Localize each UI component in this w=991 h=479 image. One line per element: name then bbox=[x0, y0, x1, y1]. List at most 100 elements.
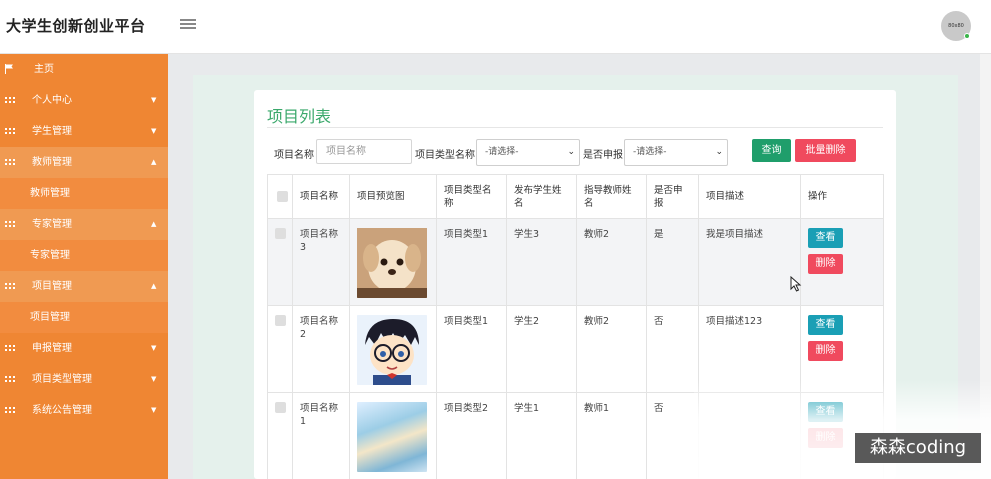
sidebar-item-label: 项目管理 bbox=[32, 281, 72, 292]
column-header: 操作 bbox=[800, 174, 884, 219]
chevron-down-icon: ▼ bbox=[151, 344, 157, 352]
chevron-down-icon: ⌄ bbox=[715, 147, 723, 157]
project-name-label: 项目名称 bbox=[274, 150, 314, 161]
sidebar-item-project-types[interactable]: 项目类型管理 ▼ bbox=[0, 364, 168, 395]
chevron-down-icon: ▼ bbox=[151, 96, 157, 104]
cell-project-name: 项目名称1 bbox=[292, 392, 350, 479]
beach-thumbnail[interactable] bbox=[357, 402, 427, 472]
batch-delete-button[interactable]: 批量删除 bbox=[795, 139, 856, 162]
declared-label: 是否申报 bbox=[583, 150, 623, 161]
declared-selected: -请选择- bbox=[633, 147, 667, 157]
top-bar: 大学生创新创业平台 80x80 bbox=[0, 0, 991, 54]
sidebar-item-label: 主页 bbox=[34, 64, 54, 75]
sidebar-item-label: 系统公告管理 bbox=[32, 405, 92, 416]
cell-teacher: 教师1 bbox=[576, 392, 647, 479]
row-checkbox[interactable] bbox=[275, 315, 286, 326]
cell-teacher: 教师2 bbox=[576, 218, 647, 306]
sidebar-item-students[interactable]: 学生管理 ▼ bbox=[0, 116, 168, 147]
delete-button[interactable]: 删除 bbox=[808, 254, 843, 274]
column-header: 指导教师姓名 bbox=[576, 174, 647, 219]
header-select-all[interactable] bbox=[267, 174, 293, 219]
row-checkbox[interactable] bbox=[275, 402, 286, 413]
view-button[interactable]: 查看 bbox=[808, 315, 843, 335]
grid-icon bbox=[5, 97, 15, 104]
cell-project-type: 项目类型1 bbox=[436, 218, 507, 306]
grid-icon bbox=[5, 128, 15, 135]
cell-project-type: 项目类型2 bbox=[436, 392, 507, 479]
sidebar-item-declarations[interactable]: 申报管理 ▼ bbox=[0, 333, 168, 364]
chevron-up-icon: ▲ bbox=[151, 282, 157, 290]
chevron-down-icon: ⌄ bbox=[567, 147, 575, 157]
grid-icon bbox=[5, 345, 15, 352]
page-title: 项目列表 bbox=[267, 107, 332, 126]
column-header: 发布学生姓名 bbox=[506, 174, 577, 219]
declared-select[interactable]: -请选择- ⌄ bbox=[624, 139, 728, 166]
menu-toggle-icon[interactable] bbox=[180, 17, 196, 33]
view-button[interactable]: 查看 bbox=[808, 228, 843, 248]
cell-teacher: 教师2 bbox=[576, 305, 647, 393]
cell-actions: 查看 删除 bbox=[800, 218, 884, 306]
sidebar-item-label: 学生管理 bbox=[32, 126, 72, 137]
sidebar-item-teachers[interactable]: 教师管理 ▲ bbox=[0, 147, 168, 178]
mouse-pointer-icon bbox=[790, 276, 802, 292]
grid-icon bbox=[5, 283, 15, 290]
cell-preview bbox=[349, 305, 437, 393]
cell-declared: 否 bbox=[646, 392, 699, 479]
chevron-up-icon: ▲ bbox=[151, 158, 157, 166]
chevron-down-icon: ▼ bbox=[151, 375, 157, 383]
chevron-down-icon: ▼ bbox=[151, 127, 157, 135]
app-title: 大学生创新创业平台 bbox=[6, 17, 146, 35]
column-header: 项目描述 bbox=[698, 174, 801, 219]
chevron-down-icon: ▼ bbox=[151, 406, 157, 414]
cell-preview bbox=[349, 392, 437, 479]
cell-project-name: 项目名称2 bbox=[292, 305, 350, 393]
delete-button[interactable]: 删除 bbox=[808, 341, 843, 361]
puppy-thumbnail[interactable] bbox=[357, 228, 427, 298]
project-name-input[interactable]: 项目名称 bbox=[316, 139, 412, 164]
sidebar-subitem-teachers[interactable]: 教师管理 bbox=[0, 178, 168, 209]
column-header: 项目类型名称 bbox=[436, 174, 507, 219]
column-header: 项目名称 bbox=[292, 174, 350, 219]
table-row: 项目名称3 项目类型1 学生3 教师2 是 我是项目描述 查看 删除 bbox=[267, 218, 884, 306]
grid-icon bbox=[5, 221, 15, 228]
column-header: 是否申报 bbox=[646, 174, 699, 219]
project-type-select[interactable]: -请选择- ⌄ bbox=[476, 139, 580, 166]
grid-icon bbox=[5, 407, 15, 414]
cell-project-type: 项目类型1 bbox=[436, 305, 507, 393]
chevron-up-icon: ▲ bbox=[151, 220, 157, 228]
cell-student: 学生3 bbox=[506, 218, 577, 306]
watermark: 森森coding bbox=[855, 433, 981, 463]
cell-description: 我是项目描述 bbox=[698, 218, 801, 306]
table-header-row: 项目名称 项目预览图 项目类型名称 发布学生姓名 指导教师姓名 是否申报 项目描… bbox=[267, 174, 884, 219]
sidebar-item-experts[interactable]: 专家管理 ▲ bbox=[0, 209, 168, 240]
sidebar: 主页 个人中心 ▼ 学生管理 ▼ 教师管理 ▲ 教师管理 专家管理 ▲ 专家管理… bbox=[0, 54, 168, 479]
sidebar-item-label: 教师管理 bbox=[32, 157, 72, 168]
sidebar-item-projects[interactable]: 项目管理 ▲ bbox=[0, 271, 168, 302]
video-fade-overlay bbox=[694, 380, 991, 479]
sidebar-item-label: 专家管理 bbox=[32, 219, 72, 230]
sidebar-subitem-experts[interactable]: 专家管理 bbox=[0, 240, 168, 271]
cell-preview bbox=[349, 218, 437, 306]
query-button[interactable]: 查询 bbox=[752, 139, 791, 162]
sidebar-item-home[interactable]: 主页 bbox=[0, 54, 168, 85]
row-checkbox[interactable] bbox=[275, 228, 286, 239]
cartoon-boy-thumbnail[interactable] bbox=[357, 315, 427, 385]
select-all-checkbox[interactable] bbox=[277, 191, 288, 202]
sidebar-item-personal-center[interactable]: 个人中心 ▼ bbox=[0, 85, 168, 116]
project-type-label: 项目类型名称 bbox=[415, 150, 475, 161]
cell-project-name: 项目名称3 bbox=[292, 218, 350, 306]
grid-icon bbox=[5, 376, 15, 383]
grid-icon bbox=[5, 159, 15, 166]
sidebar-item-announcements[interactable]: 系统公告管理 ▼ bbox=[0, 395, 168, 426]
online-status-dot bbox=[964, 33, 970, 39]
project-type-selected: -请选择- bbox=[485, 147, 519, 157]
divider bbox=[267, 127, 883, 128]
cell-declared: 否 bbox=[646, 305, 699, 393]
sidebar-item-label: 个人中心 bbox=[32, 95, 72, 106]
cell-declared: 是 bbox=[646, 218, 699, 306]
sidebar-item-label: 申报管理 bbox=[32, 343, 72, 354]
sidebar-item-label: 项目类型管理 bbox=[32, 374, 92, 385]
cell-student: 学生2 bbox=[506, 305, 577, 393]
cell-student: 学生1 bbox=[506, 392, 577, 479]
sidebar-subitem-projects[interactable]: 项目管理 bbox=[0, 302, 168, 333]
